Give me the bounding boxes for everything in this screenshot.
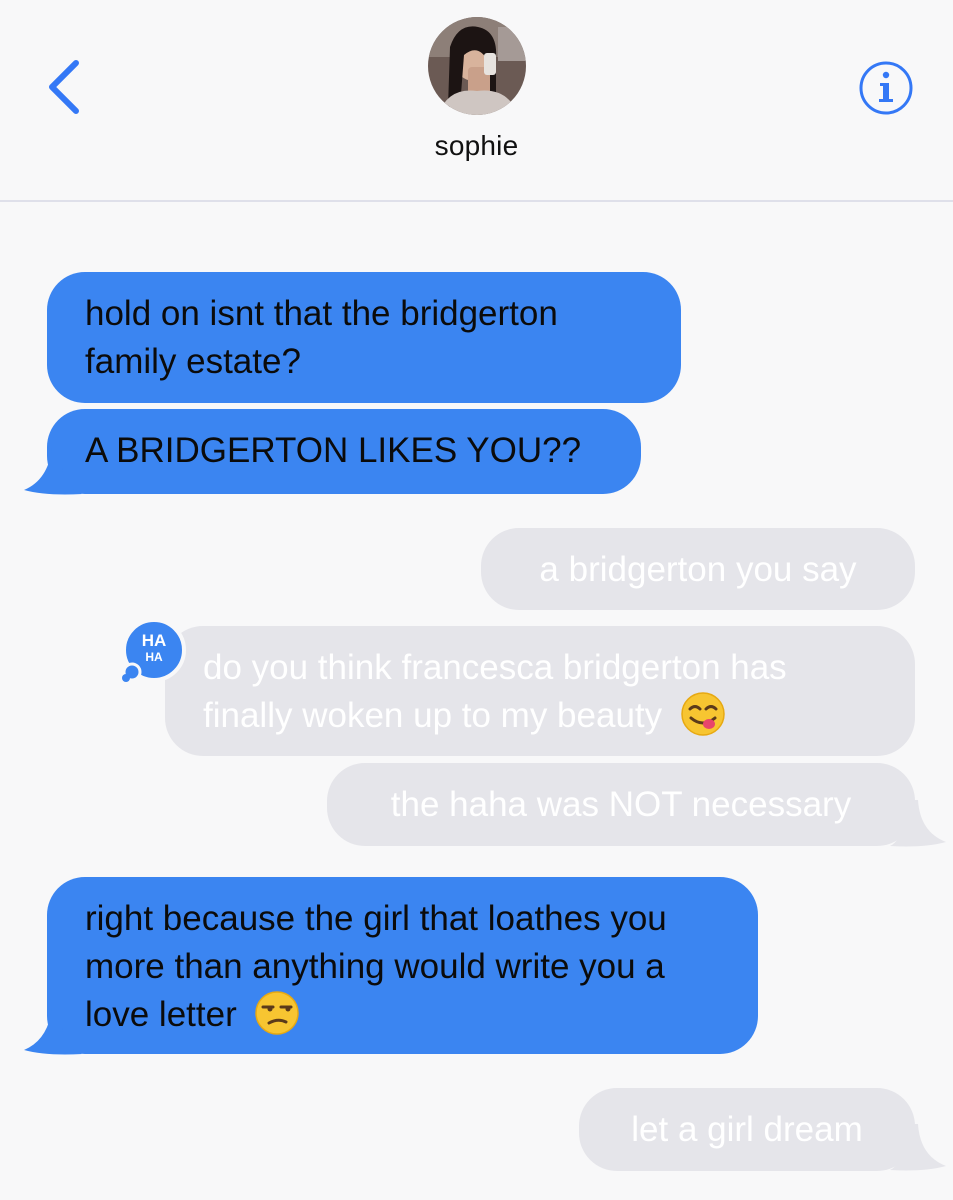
message-bubble-outgoing[interactable]: let a girl dream xyxy=(579,1088,915,1171)
reaction-text: HA xyxy=(145,650,163,664)
message-text: hold on isnt that the bridgerton family … xyxy=(85,294,558,381)
contact-name[interactable]: sophie xyxy=(0,130,953,162)
bubble-tail xyxy=(890,1124,946,1171)
info-button[interactable] xyxy=(858,60,914,116)
face-savoring-food-icon xyxy=(681,692,725,736)
back-button[interactable] xyxy=(40,55,90,115)
unamused-face-icon xyxy=(255,991,300,1035)
haha-reaction-badge[interactable]: HA HA xyxy=(116,616,192,692)
message-bubble-incoming[interactable]: A BRIDGERTON LIKES YOU?? xyxy=(47,409,641,494)
message-bubble-incoming[interactable]: hold on isnt that the bridgerton family … xyxy=(47,272,681,403)
message-text: let a girl dream xyxy=(631,1110,863,1149)
message-text: A BRIDGERTON LIKES YOU?? xyxy=(85,431,582,470)
info-circle-icon xyxy=(859,61,913,115)
message-text: the haha was NOT necessary xyxy=(390,785,852,824)
reaction-text: HA xyxy=(142,631,167,650)
chevron-left-icon xyxy=(49,60,79,114)
message-text: right because the girl that loathes you … xyxy=(85,899,667,1034)
message-bubble-outgoing[interactable]: a bridgerton you say xyxy=(481,528,915,610)
message-bubble-incoming[interactable]: right because the girl that loathes you … xyxy=(47,877,758,1054)
message-bubble-outgoing[interactable]: do you think francesca bridgerton has fi… xyxy=(165,626,915,756)
conversation-header: sophie xyxy=(0,0,953,202)
contact-avatar[interactable] xyxy=(428,17,526,115)
bubble-tail xyxy=(24,1008,82,1055)
bubble-tail xyxy=(890,800,946,847)
bubble-tail xyxy=(24,448,82,495)
message-bubble-outgoing[interactable]: the haha was NOT necessary xyxy=(327,763,915,846)
message-text: a bridgerton you say xyxy=(539,550,857,589)
